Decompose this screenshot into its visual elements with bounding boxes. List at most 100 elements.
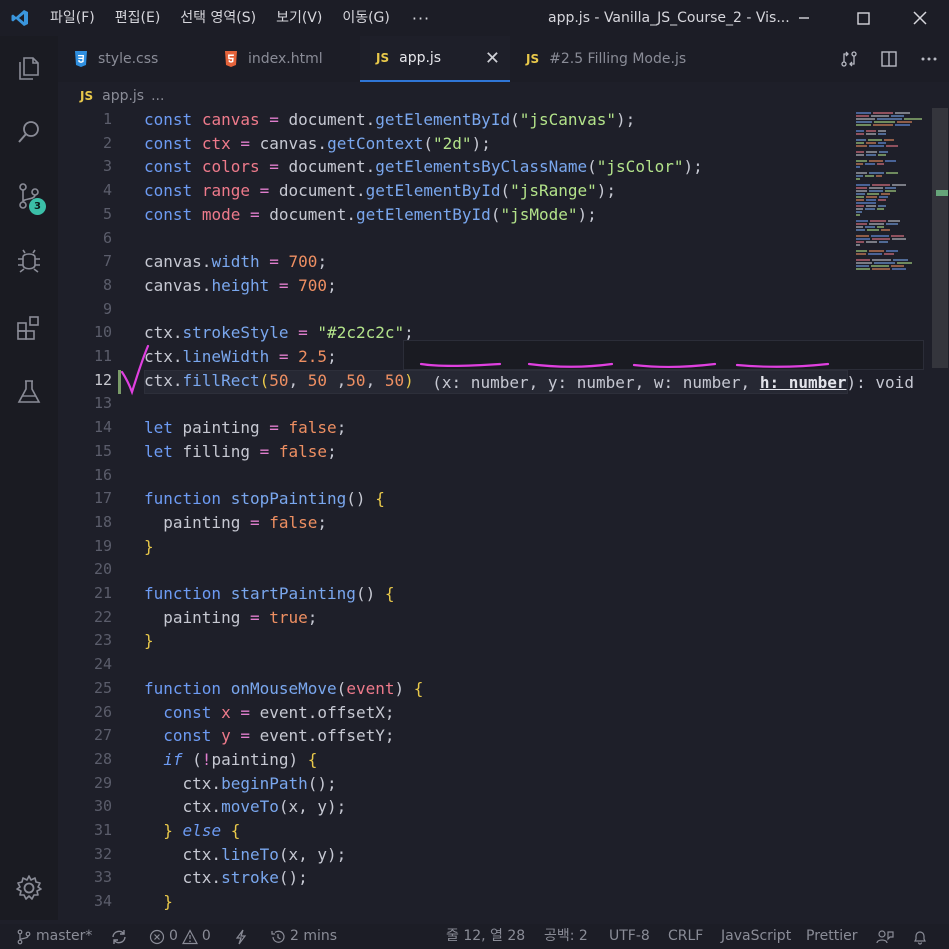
minimize-button[interactable] [775,0,833,36]
menu-go[interactable]: 이동(G) [332,0,400,36]
code-line[interactable]: 22 painting = true; [58,606,948,630]
problems-status[interactable]: 0 0 [149,924,211,949]
code-line[interactable]: 19} [58,535,948,559]
code-line[interactable]: 32 ctx.lineTo(x, y); [58,843,948,867]
source-control-icon[interactable]: 3 [0,172,58,220]
code-line[interactable]: 5 const mode = document.getElementById("j… [58,203,948,227]
language-mode[interactable]: JavaScript [721,924,791,949]
eol-status[interactable]: CRLF [668,924,703,949]
menu-more-button[interactable]: ··· [400,9,442,28]
code-text: painting = false; [144,512,328,532]
minimap-line [856,250,867,252]
minimap-line [881,193,890,195]
code-line[interactable]: 25 function onMouseMove(event) { [58,677,948,701]
code-line[interactable]: 3 const colors = document.getElementsByCl… [58,155,948,179]
code-line[interactable]: 18 painting = false; [58,511,948,535]
tab-filling-mode-js[interactable]: JS #2.5 Filling Mode.js [510,36,710,82]
minimap-line [856,112,871,114]
split-editor-icon[interactable] [869,36,909,82]
code-text: function stopPainting() { [144,489,385,509]
code-line[interactable]: 24 [58,653,948,677]
extensions-icon[interactable] [0,304,58,352]
lightning-icon[interactable] [234,924,252,949]
minimap-line [877,118,902,120]
code-line[interactable]: 29 ctx.beginPath(); [58,772,948,796]
menu-selection[interactable]: 선택 영역(S) [170,0,266,36]
indentation-status[interactable]: 공백: 2 [544,924,588,949]
menu-file[interactable]: 파일(F) [40,0,105,36]
code-line[interactable]: 28 if (!painting) { [58,748,948,772]
menu-view[interactable]: 보기(V) [266,0,332,36]
tab-app-js[interactable]: JS app.js ✕ [360,36,510,82]
minimap-line [856,265,869,267]
search-icon[interactable] [0,108,58,156]
code-line[interactable]: 17 function stopPainting() { [58,487,948,511]
close-window-button[interactable] [891,0,949,36]
code-line[interactable]: 9 [58,298,948,322]
code-line[interactable]: 8 canvas.height = 700; [58,274,948,298]
open-changes-icon[interactable] [829,36,869,82]
feedback-icon[interactable] [876,924,898,949]
code-line[interactable]: 33 ctx.stroke(); [58,866,948,890]
line-number: 12 [93,370,112,389]
encoding-status[interactable]: UTF-8 [609,924,650,949]
line-number: 5 [102,204,112,223]
code-line[interactable]: 4 const range = document.getElementById("… [58,179,948,203]
code-line[interactable]: 20 [58,558,948,582]
code-line[interactable]: 23} [58,629,948,653]
maximize-button[interactable] [834,0,892,36]
code-line[interactable]: 1 const canvas = document.getElementById(… [58,108,948,132]
tab-index-html[interactable]: index.html [208,36,360,82]
tab-label: index.html [248,51,323,67]
close-tab-icon[interactable]: ✕ [485,48,500,69]
notifications-bell-icon[interactable] [912,924,932,949]
code-line[interactable]: 14 let painting = false; [58,416,948,440]
code-text: canvas.width = 700; [144,252,328,272]
line-number: 6 [102,228,112,247]
title-bar: 파일(F) 편집(E) 선택 영역(S) 보기(V) 이동(G) ··· app… [0,0,949,36]
code-line[interactable]: 30 ctx.moveTo(x, y); [58,795,948,819]
line-number: 33 [93,868,112,887]
minimap-line [878,133,886,135]
debug-icon[interactable] [0,236,58,284]
code-line[interactable]: 7 canvas.width = 700; [58,250,948,274]
cursor-position[interactable]: 줄 12, 열 28 [446,924,525,949]
line-number: 30 [93,797,112,816]
minimap-line [865,175,874,177]
code-line[interactable]: 21 function startPainting() { [58,582,948,606]
explorer-icon[interactable] [0,44,58,92]
sync-icon[interactable] [110,924,132,949]
code-line[interactable]: 2 const ctx = canvas.getContext("2d"); [58,132,948,156]
window-title: app.js - Vanilla_JS_Course_2 - Vis... [548,10,790,26]
testing-flask-icon[interactable] [0,368,58,416]
minimap-line [879,196,888,198]
code-text: ctx.fillRect(50, 50 ,50, 50) [144,370,414,390]
code-line[interactable]: 26 const x = event.offsetX; [58,701,948,725]
activity-bar: 3 [0,36,58,920]
menu-edit[interactable]: 편집(E) [105,0,171,36]
time-tracking-status[interactable]: 2 mins [270,924,337,949]
code-text: ctx.strokeStyle = "#2c2c2c"; [144,323,414,343]
more-actions-icon[interactable] [909,36,949,82]
code-editor[interactable]: 1 const canvas = document.getElementById(… [58,108,948,920]
code-line[interactable]: 15 let filling = false; [58,440,948,464]
formatter-status[interactable]: Prettier [806,924,858,949]
minimap-line [856,151,864,153]
code-line[interactable]: 27 const y = event.offsetY; [58,724,948,748]
line-number: 20 [93,560,112,579]
breadcrumb-file[interactable]: app.js [102,88,144,104]
code-line[interactable]: 31 } else { [58,819,948,843]
code-text: const range = document.getElementById("j… [144,181,617,201]
code-line[interactable]: 16 [58,464,948,488]
minimap-line [872,184,890,186]
code-line[interactable]: 34 } [58,890,948,914]
code-text: const canvas = document.getElementById("… [144,110,636,129]
breadcrumb-ellipsis[interactable]: ... [151,88,164,104]
tab-style-css[interactable]: style.css [58,36,208,82]
branch-status[interactable]: master* [16,924,92,949]
code-line[interactable]: 6 [58,227,948,251]
settings-gear-icon[interactable] [0,864,58,912]
js-file-icon: JS [80,89,94,103]
minimap-line [892,184,906,186]
scrollbar-thumb[interactable] [932,108,948,368]
